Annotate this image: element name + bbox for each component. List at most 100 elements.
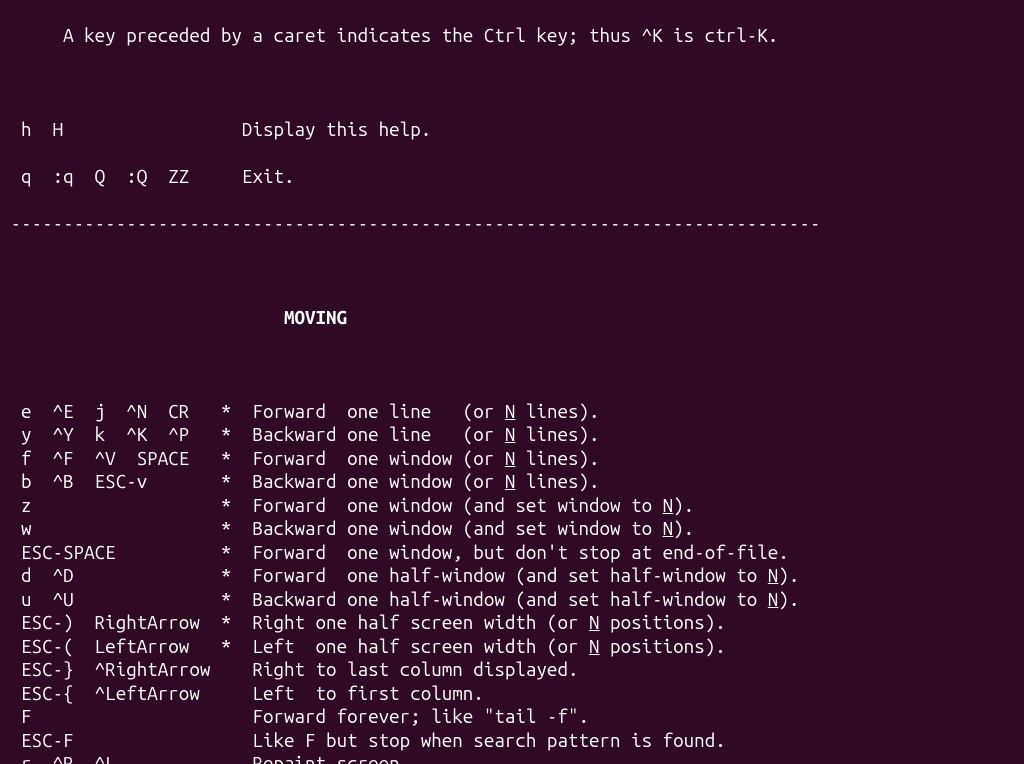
cmd-desc: Forward one window (or (252, 447, 504, 469)
blank-line (0, 71, 1024, 95)
cmd-keys: d ^D (0, 564, 210, 586)
moving-cmd-line: f ^F ^V SPACE * Forward one window (or N… (0, 447, 1024, 471)
cmd-desc-post: lines). (515, 447, 599, 469)
moving-cmd-line: r ^R ^L Repaint screen. (0, 752, 1024, 764)
terminal-output: A key preceded by a caret indicates the … (0, 0, 1024, 764)
n-placeholder: N (505, 447, 516, 469)
help-cmd-line: h H Display this help. (0, 118, 1024, 142)
n-placeholder: N (505, 470, 516, 492)
cmd-keys: z (0, 494, 210, 516)
cmd-desc: Left one half screen width (or (252, 635, 589, 657)
n-placeholder: N (663, 517, 674, 539)
cmd-desc: Repaint screen. (252, 752, 410, 764)
n-placeholder: N (589, 635, 600, 657)
moving-cmd-line: ESC-F Like F but stop when search patter… (0, 729, 1024, 753)
cmd-keys: ESC-SPACE (0, 541, 210, 563)
moving-cmd-line: u ^U * Backward one half-window (and set… (0, 588, 1024, 612)
intro-line: A key preceded by a caret indicates the … (0, 24, 1024, 48)
cmd-keys: ESC-} ^RightArrow (0, 658, 210, 680)
cmd-desc-post: lines). (515, 400, 599, 422)
cmd-desc-post: positions). (600, 635, 726, 657)
quit-cmd-line: q :q Q :Q ZZ Exit. (0, 165, 1024, 189)
cmd-desc-post: lines). (515, 423, 599, 445)
cmd-desc: Backward one window (or (252, 470, 504, 492)
moving-cmd-line: d ^D * Forward one half-window (and set … (0, 564, 1024, 588)
n-placeholder: N (589, 611, 600, 633)
star-marker: * (210, 611, 252, 633)
cmd-desc-post: positions). (600, 611, 726, 633)
cmd-desc-post: ). (673, 494, 694, 516)
cmd-desc: Right to last column displayed. (252, 658, 578, 680)
cmd-keys: w (0, 517, 210, 539)
star-marker: * (210, 517, 252, 539)
star-marker: * (210, 470, 252, 492)
cmd-keys: e ^E j ^N CR (0, 400, 210, 422)
cmd-desc: Backward one line (or (252, 423, 504, 445)
cmd-keys: ESC-F (0, 729, 210, 751)
section-title-line: MOVING (0, 306, 1024, 330)
cmd-desc: Forward one line (or (252, 400, 504, 422)
cmd-desc: Forward forever; like "tail -f". (252, 705, 589, 727)
cmd-desc-post: lines). (515, 470, 599, 492)
moving-cmd-line: b ^B ESC-v * Backward one window (or N l… (0, 470, 1024, 494)
n-placeholder: N (505, 400, 516, 422)
moving-cmd-line: ESC-( LeftArrow * Left one half screen w… (0, 635, 1024, 659)
quit-keys: q :q Q :Q ZZ (0, 165, 189, 187)
section-title-moving: MOVING (284, 306, 347, 328)
cmd-keys: ESC-{ ^LeftArrow (0, 682, 210, 704)
moving-cmd-line: z * Forward one window (and set window t… (0, 494, 1024, 518)
star-marker: * (210, 635, 252, 657)
n-placeholder: N (663, 494, 674, 516)
cmd-keys: F (0, 705, 210, 727)
help-desc: Display this help. (242, 118, 431, 140)
pad (210, 705, 252, 727)
pad (210, 682, 252, 704)
blank-line (0, 259, 1024, 283)
cmd-desc: Backward one window (and set window to (252, 517, 662, 539)
n-placeholder: N (505, 423, 516, 445)
moving-cmd-line: ESC-} ^RightArrow Right to last column d… (0, 658, 1024, 682)
n-placeholder: N (768, 588, 779, 610)
n-placeholder: N (768, 564, 779, 586)
cmd-keys: r ^R ^L (0, 752, 210, 764)
cmd-desc: Right one half screen width (or (252, 611, 589, 633)
moving-cmd-line: y ^Y k ^K ^P * Backward one line (or N l… (0, 423, 1024, 447)
cmd-desc: Left to first column. (252, 682, 483, 704)
quit-desc: Exit. (242, 165, 295, 187)
cmd-keys: b ^B ESC-v (0, 470, 210, 492)
blank-line (0, 353, 1024, 377)
moving-cmd-line: e ^E j ^N CR * Forward one line (or N li… (0, 400, 1024, 424)
star-marker: * (210, 541, 252, 563)
pad (189, 165, 242, 187)
help-keys: h H (0, 118, 63, 140)
pad (210, 729, 252, 751)
cmd-desc-post: ). (778, 588, 799, 610)
cmd-keys: ESC-) RightArrow (0, 611, 210, 633)
cmd-desc: Forward one half-window (and set half-wi… (252, 564, 767, 586)
star-marker: * (210, 447, 252, 469)
cmd-keys: ESC-( LeftArrow (0, 635, 210, 657)
hr: ----------------------------------------… (0, 212, 1024, 236)
moving-cmd-line: w * Backward one window (and set window … (0, 517, 1024, 541)
pad (63, 118, 242, 140)
pad (210, 658, 252, 680)
cmd-desc: Forward one window (and set window to (252, 494, 662, 516)
pad (210, 752, 252, 764)
cmd-keys: f ^F ^V SPACE (0, 447, 210, 469)
cmd-desc-post: ). (778, 564, 799, 586)
cmd-desc: Like F but stop when search pattern is f… (252, 729, 725, 751)
moving-cmd-line: F Forward forever; like "tail -f". (0, 705, 1024, 729)
star-marker: * (210, 423, 252, 445)
cmd-keys: y ^Y k ^K ^P (0, 423, 210, 445)
moving-cmd-line: ESC-{ ^LeftArrow Left to first column. (0, 682, 1024, 706)
cmd-desc: Forward one window, but don't stop at en… (252, 541, 788, 563)
cmd-desc-post: ). (673, 517, 694, 539)
star-marker: * (210, 588, 252, 610)
moving-cmd-line: ESC-SPACE * Forward one window, but don'… (0, 541, 1024, 565)
cmd-keys: u ^U (0, 588, 210, 610)
star-marker: * (210, 494, 252, 516)
cmd-desc: Backward one half-window (and set half-w… (252, 588, 767, 610)
moving-cmd-line: ESC-) RightArrow * Right one half screen… (0, 611, 1024, 635)
star-marker: * (210, 400, 252, 422)
star-marker: * (210, 564, 252, 586)
